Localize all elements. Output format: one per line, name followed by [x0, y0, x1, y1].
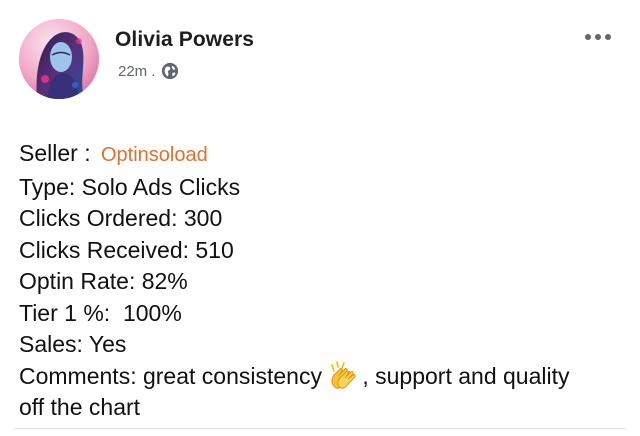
comments-line: Comments: great consistency , support an… [19, 360, 619, 393]
avatar-portrait-icon [19, 19, 99, 99]
seller-link[interactable]: Optinsoload [101, 144, 208, 166]
post-card: Olivia Powers 22m . Seller : Optinsoload… [0, 0, 640, 436]
post-time[interactable]: 22m [118, 63, 147, 80]
seller-line: Seller : Optinsoload [19, 138, 619, 172]
clapping-hands-icon [331, 360, 357, 389]
post-body: Seller : Optinsoload Type: Solo Ads Clic… [19, 138, 619, 424]
post-meta: 22m . [118, 62, 179, 80]
meta-separator: . [151, 62, 156, 80]
more-options-icon [585, 34, 611, 40]
globe-icon[interactable] [161, 62, 179, 80]
sales-line: Sales: Yes [19, 331, 127, 357]
comments-text-start: Comments: great consistency [19, 362, 329, 389]
comments-text-end: , support and quality [362, 362, 570, 389]
clicks-received-line: Clicks Received: 510 [19, 236, 234, 263]
optin-rate-line: Optin Rate: 82% [19, 268, 188, 294]
more-options-button[interactable] [582, 26, 614, 48]
type-line: Type: Solo Ads Clicks [19, 173, 241, 200]
author-avatar[interactable] [19, 19, 99, 99]
clicks-ordered-line: Clicks Ordered: 300 [19, 205, 223, 231]
author-name[interactable]: Olivia Powers [115, 28, 254, 52]
post-divider [14, 428, 626, 429]
tier1-line: Tier 1 %: 100% [19, 299, 182, 326]
seller-label: Seller : [19, 140, 91, 166]
comments-line-2: off the chart [19, 394, 141, 420]
